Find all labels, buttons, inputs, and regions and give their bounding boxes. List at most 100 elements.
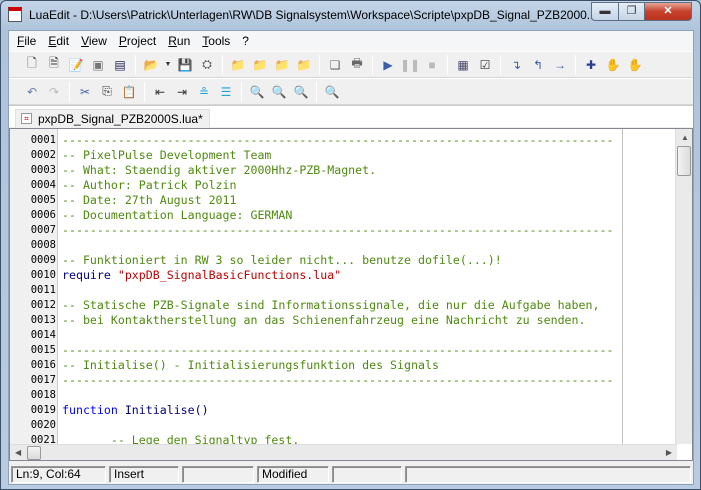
find-next-icon[interactable]: 🔍 — [324, 84, 340, 100]
line-number: 0001 — [30, 134, 56, 146]
scroll-up-icon[interactable]: ▲ — [681, 133, 689, 142]
status-empty-3 — [405, 466, 691, 483]
new-file-icon[interactable]: 🗎 — [46, 56, 62, 73]
code-line[interactable]: 0016 -- Initialise() - Initialisierungsfu… — [10, 358, 678, 373]
run-to-cursor-icon[interactable]: → — [552, 57, 568, 73]
find-in-files-icon[interactable]: 🔍 — [293, 84, 309, 100]
comment: -- What: Staendig aktiver 2000Hhz-PZB-Ma… — [62, 163, 377, 177]
open-folder-icon[interactable]: 📂 — [143, 57, 159, 73]
separator — [135, 54, 136, 75]
remove-from-project-icon[interactable]: 📁 — [296, 57, 312, 73]
copy-files-icon[interactable]: ❏ — [327, 57, 343, 73]
menu-file[interactable]: File — [13, 34, 44, 48]
tab-label: pxpDB_Signal_PZB2000S.lua* — [38, 112, 203, 126]
check-icon[interactable]: ☑ — [477, 57, 493, 73]
code-line[interactable]: 0018 — [10, 388, 678, 403]
save-all-icon[interactable]: ⛭ — [199, 57, 215, 73]
menu-help[interactable]: ? — [238, 34, 257, 48]
uncomment-icon[interactable]: ☰ — [218, 84, 234, 100]
save-icon[interactable]: 💾 — [177, 57, 193, 73]
code-line[interactable]: 0013 -- bei Kontaktherstellung an das Sch… — [10, 313, 678, 328]
separator — [575, 54, 576, 75]
code-line[interactable]: 0011 — [10, 283, 678, 298]
line-number: 0018 — [30, 389, 56, 401]
pause-icon[interactable]: ❚❚ — [400, 57, 420, 73]
comment: -- PixelPulse Development Team — [62, 148, 272, 162]
separator — [316, 81, 317, 102]
new-text-icon[interactable]: ▤ — [112, 57, 128, 73]
syntax-check-icon[interactable]: ▦ — [455, 57, 471, 73]
comment: ----------------------------------------… — [62, 133, 614, 147]
indent-icon[interactable]: ⇤ — [152, 84, 168, 100]
redo-icon[interactable]: ↷ — [46, 84, 62, 100]
hand-disabled-icon[interactable]: ✋ — [605, 57, 621, 73]
code-line[interactable]: 0002 -- PixelPulse Development Team — [10, 148, 678, 163]
code-line[interactable]: 0009 -- Funktioniert in RW 3 so leider ni… — [10, 253, 678, 268]
maximize-button[interactable]: ❐ — [618, 2, 645, 21]
menu-run[interactable]: Run — [164, 34, 198, 48]
replace-icon[interactable]: 🔍 — [271, 84, 287, 100]
code-line[interactable]: 0001 ------------------------------------… — [10, 133, 678, 148]
step-over-icon[interactable]: ↰ — [530, 57, 546, 73]
vertical-scroll-thumb[interactable] — [677, 146, 691, 176]
cut-icon[interactable]: ✂ — [77, 84, 93, 100]
new-project-icon[interactable]: 🗋 — [24, 56, 40, 73]
code-line[interactable]: 0007 ------------------------------------… — [10, 223, 678, 238]
step-into-icon[interactable]: ↴ — [508, 57, 524, 73]
code-line[interactable]: 0008 — [10, 238, 678, 253]
separator — [241, 81, 242, 102]
run-icon[interactable]: ▶ — [380, 57, 396, 73]
horizontal-scrollbar[interactable]: ◀ ▶ — [10, 444, 677, 460]
undo-icon[interactable]: ↶ — [24, 84, 40, 100]
scroll-left-icon[interactable]: ◀ — [15, 448, 21, 457]
comment-icon[interactable]: ≗ — [196, 84, 212, 100]
close-button[interactable]: ✕ — [644, 2, 692, 21]
comment: -- bei Kontaktherstellung an das Schiene… — [62, 313, 586, 327]
print-icon[interactable]: 🖶 — [349, 56, 365, 73]
stop-icon[interactable]: ■ — [424, 57, 440, 73]
code-line[interactable]: 0020 — [10, 418, 678, 433]
copy-icon[interactable]: ⎘ — [99, 84, 115, 100]
code-line[interactable]: 0005 -- Date: 27th August 2011 — [10, 193, 678, 208]
keyword-require: require — [62, 268, 118, 282]
paste-icon[interactable]: 📋 — [121, 84, 137, 100]
code-line[interactable]: 0017 ------------------------------------… — [10, 373, 678, 388]
comment: -- Author: Patrick Polzin — [62, 178, 237, 192]
vertical-scrollbar[interactable]: ▲ — [675, 129, 692, 444]
code-line[interactable]: 0010 require "pxpDB_SignalBasicFunctions.… — [10, 268, 678, 283]
open-dropdown-icon[interactable]: ▼ — [165, 57, 172, 73]
line-number: 0014 — [30, 329, 56, 341]
client-area: File Edit View Project Run Tools ? 🗋 🗎 📝… — [8, 30, 694, 485]
minimize-button[interactable]: ▬ — [591, 2, 619, 21]
code-line[interactable]: 0015 ------------------------------------… — [10, 343, 678, 358]
horizontal-scroll-thumb[interactable] — [27, 446, 41, 460]
find-icon[interactable]: 🔍 — [249, 84, 265, 100]
add-watch-icon[interactable]: ✚ — [583, 57, 599, 73]
menu-edit[interactable]: Edit — [44, 34, 77, 48]
new-form-icon[interactable]: ▣ — [90, 57, 106, 73]
code-line[interactable]: 0003 -- What: Staendig aktiver 2000Hhz-PZ… — [10, 163, 678, 178]
scroll-right-icon[interactable]: ▶ — [666, 448, 672, 457]
code-line[interactable]: 0004 -- Author: Patrick Polzin — [10, 178, 678, 193]
code-editor[interactable]: 0001 ------------------------------------… — [9, 128, 693, 461]
new-unit-icon[interactable]: 📝 — [68, 57, 84, 73]
menu-tools[interactable]: Tools — [198, 34, 238, 48]
menu-project[interactable]: Project — [115, 34, 164, 48]
code-text: -- PixelPulse Development Team — [62, 148, 271, 163]
status-bar: Ln:9, Col:64 Insert Modified — [9, 465, 693, 485]
code-line[interactable]: 0019 function Initialise() — [10, 403, 678, 418]
tab-pxpdb-signal-pzb2000s[interactable]: ⌗ pxpDB_Signal_PZB2000S.lua* — [15, 109, 210, 128]
code-line[interactable]: 0012 -- Statische PZB-Signale sind Inform… — [10, 298, 678, 313]
toolbar-edit: ↶ ↷ ✂ ⎘ 📋 ⇤ ⇥ ≗ ☰ 🔍 🔍 🔍 🔍 — [9, 78, 693, 105]
line-number: 0005 — [30, 194, 56, 206]
code-line[interactable]: 0006 -- Documentation Language: GERMAN — [10, 208, 678, 223]
close-project-icon[interactable]: 📁 — [252, 57, 268, 73]
menu-view[interactable]: View — [77, 34, 115, 48]
add-to-project-icon[interactable]: 📁 — [274, 57, 290, 73]
hand-icon[interactable]: ✋ — [627, 57, 643, 73]
code-text: ----------------------------------------… — [62, 373, 613, 388]
unindent-icon[interactable]: ⇥ — [174, 84, 190, 100]
open-project-icon[interactable]: 📁 — [230, 57, 246, 73]
code-line[interactable]: 0014 — [10, 328, 678, 343]
code-text: function Initialise() — [62, 403, 209, 418]
